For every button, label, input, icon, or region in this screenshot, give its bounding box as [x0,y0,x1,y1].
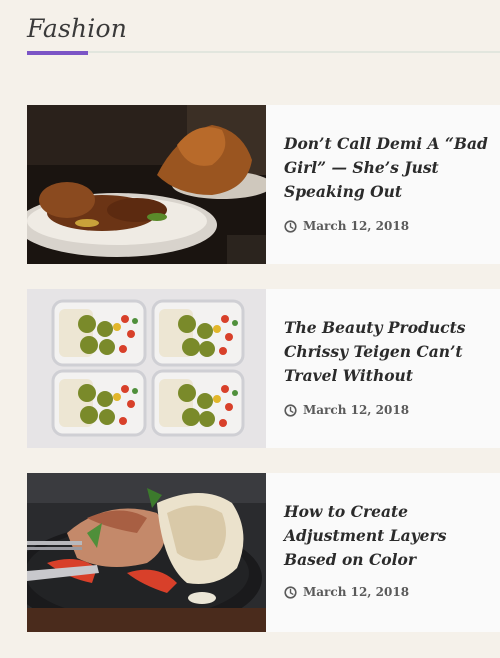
article-date: March 12, 2018 [284,219,409,233]
clock-icon [284,585,297,599]
article-date-text: March 12, 2018 [303,219,410,233]
section-divider [27,51,500,53]
article-thumbnail[interactable] [27,105,266,264]
section-title-accent [27,51,88,55]
article-date-text: March 12, 2018 [303,585,410,599]
article-date: March 12, 2018 [284,403,409,417]
clock-icon [284,403,297,417]
article-date: March 12, 2018 [284,585,409,599]
article-date-text: March 12, 2018 [303,403,410,417]
article-card[interactable]: The Beauty Products Chrissy Teigen Can’t… [27,289,500,448]
section-title: Fashion [27,14,128,43]
article-title[interactable]: How to Create Adjustment Layers Based on… [284,500,494,572]
section-header: Fashion [0,0,500,80]
clock-icon [284,219,297,233]
article-title[interactable]: Don’t Call Demi A “Bad Girl” — She’s Jus… [284,132,494,204]
article-thumbnail[interactable] [27,289,266,448]
article-title[interactable]: The Beauty Products Chrissy Teigen Can’t… [284,316,494,388]
article-card[interactable]: How to Create Adjustment Layers Based on… [27,473,500,632]
article-thumbnail[interactable] [27,473,266,632]
article-card[interactable]: Don’t Call Demi A “Bad Girl” — She’s Jus… [27,105,500,264]
